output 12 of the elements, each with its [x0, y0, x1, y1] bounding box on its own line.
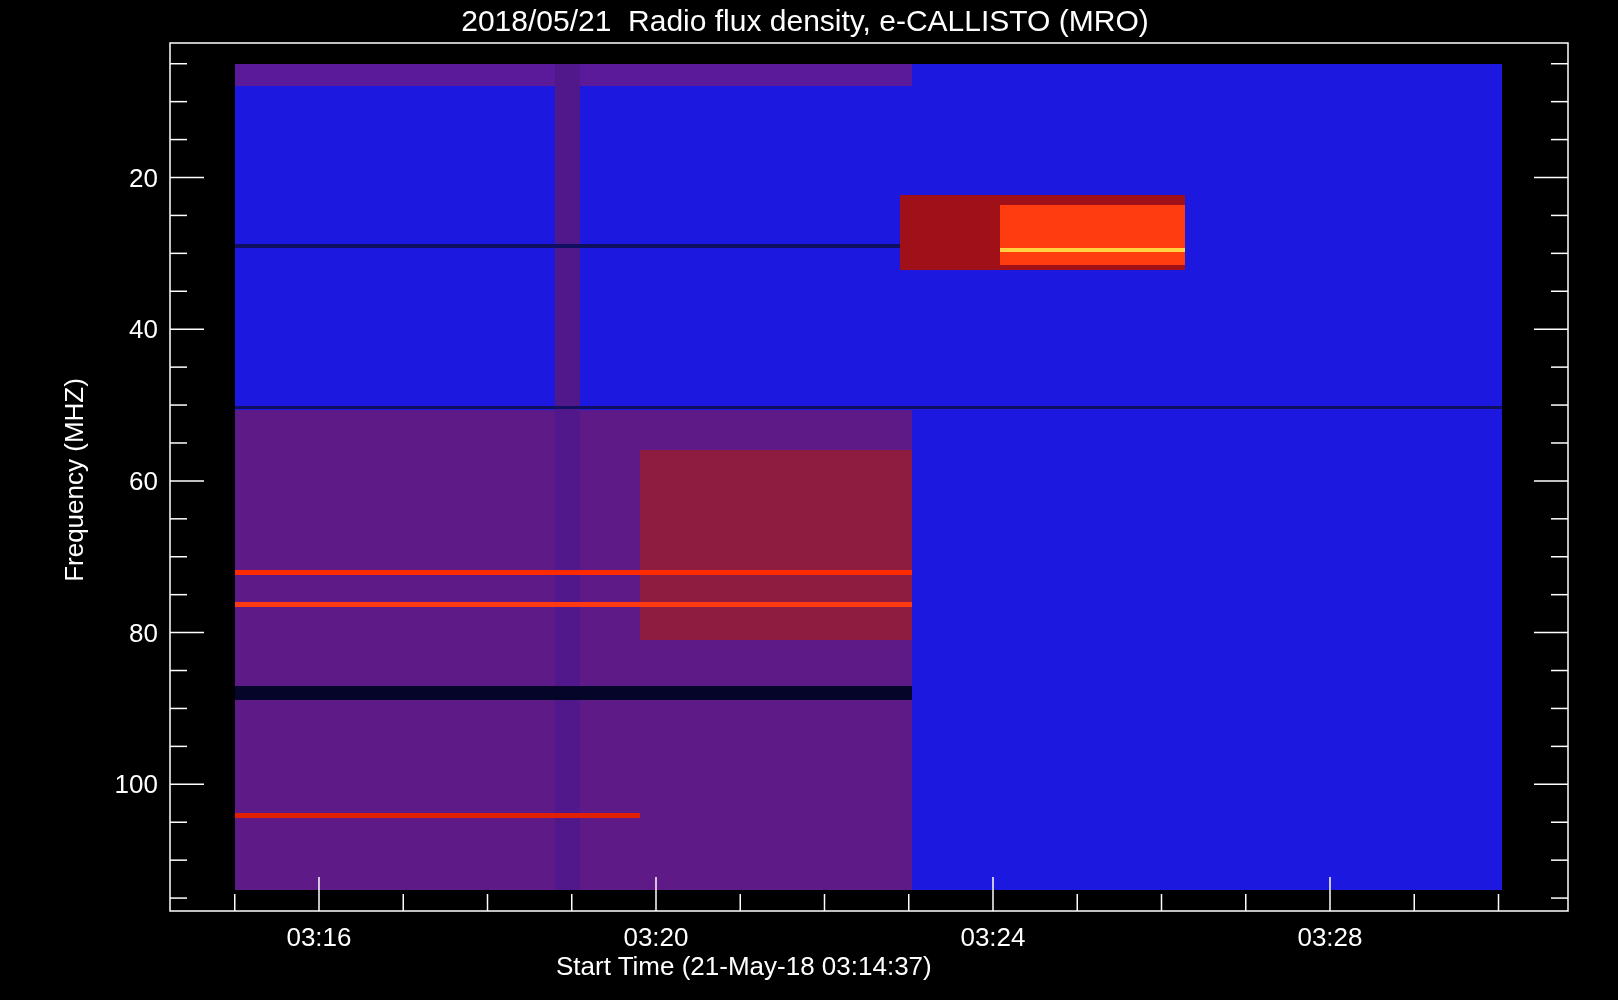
chart-title: 2018/05/21 Radio flux density, e-CALLISTO (MRO): [461, 4, 1149, 37]
axis-tick-label: 20: [129, 162, 158, 193]
axis-tick-label: 03:20: [623, 922, 689, 952]
axis-tick-label: 03:24: [960, 922, 1026, 952]
axis-tick-label: 40: [129, 314, 158, 345]
axis-tick-label: 03:16: [286, 922, 352, 952]
axis-label: Frequency (MHZ): [59, 378, 89, 582]
axis-label: Start Time (21-May-18 03:14:37): [556, 951, 932, 981]
axis-tick-label: 03:28: [1297, 922, 1363, 952]
axis-tick-label: 100: [114, 769, 158, 800]
axis-tick-label: 80: [129, 617, 158, 648]
axis-tick-label: 60: [129, 465, 158, 496]
